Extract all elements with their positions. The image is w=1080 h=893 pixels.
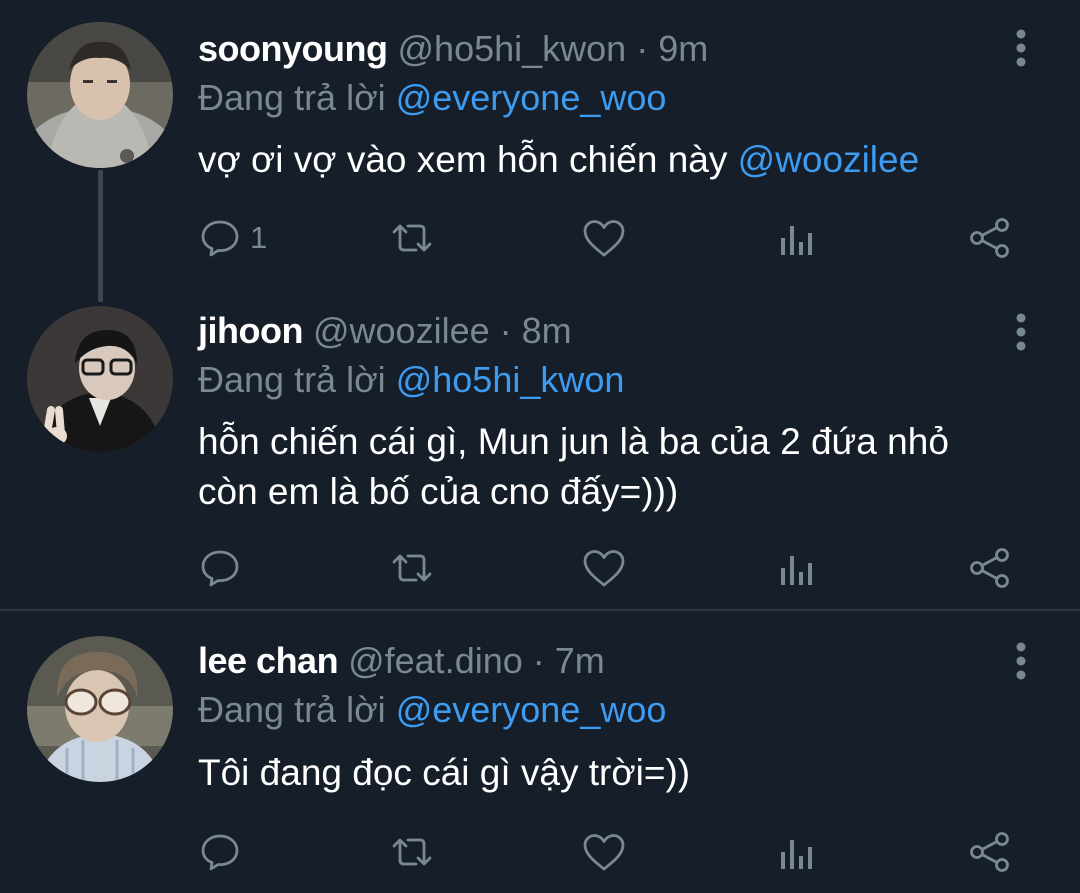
- reply-count: 1: [250, 220, 268, 255]
- share-icon: [970, 218, 1009, 258]
- like-button[interactable]: [582, 543, 626, 593]
- vertical-dots-icon: [1016, 642, 1026, 680]
- replying-to-line: Đang trả lời @everyone_woo: [198, 76, 666, 120]
- tweet-text-part: Tôi đang đọc cái gì vậy trời=)): [198, 752, 691, 793]
- reply-button[interactable]: [200, 827, 240, 877]
- retweet-button[interactable]: [388, 543, 436, 593]
- like-button[interactable]: [582, 827, 626, 877]
- like-button[interactable]: [582, 213, 626, 263]
- user-handle[interactable]: @woozilee: [313, 310, 490, 351]
- share-icon: [970, 832, 1009, 872]
- reply-button[interactable]: [200, 543, 240, 593]
- meta-separator: ·: [532, 640, 545, 681]
- reply-bubble-icon: [201, 550, 239, 587]
- reply-thread-feed: soonyoung @ho5hi_kwon · 9m Đang trả lời …: [0, 0, 1080, 893]
- reply-bubble-icon: [201, 220, 239, 257]
- tweet-header: jihoon @woozilee · 8m: [198, 309, 572, 353]
- tweet-action-bar: [198, 827, 1028, 877]
- analytics-button[interactable]: [776, 543, 816, 593]
- retweet-icon: [392, 838, 432, 866]
- tweet-text-line: hỗn chiến cái gì, Mun jun là ba của 2 đứ…: [198, 421, 949, 462]
- retweet-button[interactable]: [388, 827, 436, 877]
- tweet-lee-chan[interactable]: lee chan @feat.dino · 7m Đang trả lời @e…: [0, 611, 1080, 893]
- replying-to-label: Đang trả lời: [198, 77, 386, 118]
- analytics-bars-icon: [781, 840, 812, 869]
- retweet-icon: [392, 554, 432, 582]
- tweet-header: soonyoung @ho5hi_kwon · 9m: [198, 27, 708, 71]
- tweet-action-bar: 1: [198, 213, 1028, 263]
- tweet-action-bar: [198, 543, 1028, 593]
- heart-icon: [583, 834, 625, 871]
- tweet-jihoon[interactable]: jihoon @woozilee · 8m Đang trả lời @ho5h…: [0, 290, 1080, 610]
- share-button[interactable]: [968, 827, 1012, 877]
- avatar-soonyoung-image: [27, 22, 173, 168]
- retweet-button[interactable]: [388, 213, 436, 263]
- meta-separator: ·: [499, 310, 512, 351]
- analytics-button[interactable]: [776, 213, 816, 263]
- replying-to-mention[interactable]: @everyone_woo: [396, 77, 667, 118]
- timestamp[interactable]: 8m: [522, 310, 572, 351]
- user-handle[interactable]: @ho5hi_kwon: [398, 28, 627, 69]
- vertical-dots-icon: [1016, 29, 1026, 67]
- tweet-text-part: vợ ơi vợ vào xem hỗn chiến này: [198, 139, 738, 180]
- replying-to-line: Đang trả lời @everyone_woo: [198, 688, 666, 732]
- analytics-bars-icon: [781, 226, 812, 255]
- tweet-soonyoung[interactable]: soonyoung @ho5hi_kwon · 9m Đang trả lời …: [0, 0, 1080, 290]
- meta-separator: ·: [636, 28, 649, 69]
- replying-to-label: Đang trả lời: [198, 689, 386, 730]
- replying-to-line: Đang trả lời @ho5hi_kwon: [198, 358, 624, 402]
- tweet-text-line: còn em là bố của cno đấy=))): [198, 471, 679, 512]
- display-name[interactable]: soonyoung: [198, 28, 388, 69]
- display-name[interactable]: jihoon: [198, 310, 303, 351]
- analytics-button[interactable]: [776, 827, 816, 877]
- heart-icon: [583, 550, 625, 587]
- vertical-dots-icon: [1016, 313, 1026, 351]
- share-button[interactable]: [968, 213, 1012, 263]
- tweet-mention-link[interactable]: @woozilee: [738, 139, 920, 180]
- replying-to-mention[interactable]: @everyone_woo: [396, 689, 667, 730]
- user-handle[interactable]: @feat.dino: [348, 640, 523, 681]
- avatar-lee-chan-image: [27, 636, 173, 782]
- avatar-lee-chan[interactable]: [27, 636, 173, 782]
- heart-icon: [583, 220, 625, 257]
- timestamp[interactable]: 7m: [555, 640, 605, 681]
- retweet-icon: [392, 224, 432, 252]
- avatar-soonyoung[interactable]: [27, 22, 173, 168]
- tweet-text: Tôi đang đọc cái gì vậy trời=)): [198, 749, 1018, 797]
- more-options-button[interactable]: [1004, 312, 1038, 352]
- avatar-jihoon-image: [27, 306, 173, 452]
- tweet-text: vợ ơi vợ vào xem hỗn chiến này @woozilee: [198, 136, 1018, 184]
- share-button[interactable]: [968, 543, 1012, 593]
- share-icon: [970, 548, 1009, 588]
- analytics-bars-icon: [781, 556, 812, 585]
- more-options-button[interactable]: [1004, 641, 1038, 681]
- timestamp[interactable]: 9m: [658, 28, 708, 69]
- replying-to-mention[interactable]: @ho5hi_kwon: [396, 359, 625, 400]
- tweet-header: lee chan @feat.dino · 7m: [198, 639, 605, 683]
- display-name[interactable]: lee chan: [198, 640, 339, 681]
- tweet-text: hỗn chiến cái gì, Mun jun là ba của 2 đứ…: [198, 418, 1018, 516]
- more-options-button[interactable]: [1004, 28, 1038, 68]
- replying-to-label: Đang trả lời: [198, 359, 386, 400]
- reply-button[interactable]: 1: [200, 213, 267, 263]
- avatar-jihoon[interactable]: [27, 306, 173, 452]
- reply-bubble-icon: [201, 834, 239, 871]
